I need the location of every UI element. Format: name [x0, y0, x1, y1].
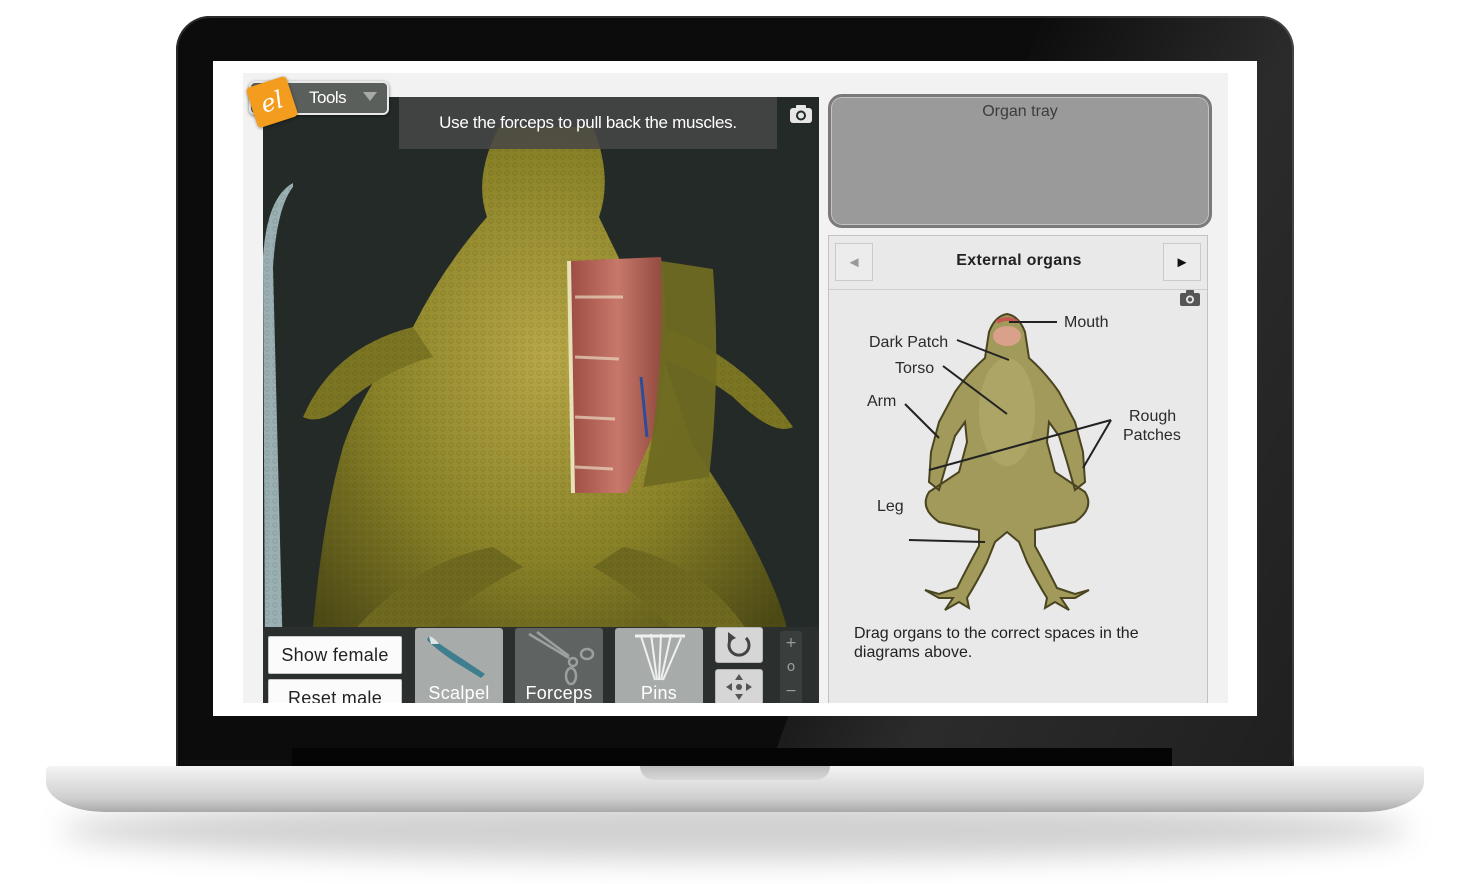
- bezel-bottom: [292, 748, 1172, 766]
- panel-divider: [829, 289, 1207, 290]
- reset-male-button[interactable]: Reset male: [268, 679, 402, 703]
- label-dark-patch: Dark Patch: [869, 334, 949, 351]
- pins-tool-button[interactable]: Pins: [615, 628, 703, 703]
- show-female-button[interactable]: Show female: [268, 636, 402, 674]
- laptop-notch: [640, 766, 830, 780]
- camera-icon[interactable]: [789, 103, 813, 125]
- organ-tray[interactable]: Organ tray: [828, 94, 1212, 228]
- frog-3d-model[interactable]: [263, 97, 819, 701]
- organ-tray-title: Organ tray: [982, 103, 1058, 120]
- label-rough-line2: Patches: [1123, 427, 1181, 444]
- label-mouth: Mouth: [1064, 314, 1109, 331]
- instruction-banner: Use the forceps to pull back the muscles…: [399, 97, 777, 149]
- forceps-icon: [528, 631, 595, 686]
- tools-menu-label: Tools: [309, 88, 347, 107]
- zoom-control[interactable]: + o −: [780, 631, 802, 703]
- scalpel-tool-button[interactable]: Scalpel: [415, 628, 503, 703]
- rotate-button[interactable]: [715, 627, 763, 663]
- prev-diagram-button[interactable]: ◄: [835, 243, 873, 281]
- forceps-tool-button[interactable]: Forceps: [515, 628, 603, 703]
- next-diagram-button[interactable]: ►: [1163, 243, 1201, 281]
- dissection-app: Use the forceps to pull back the muscles…: [243, 73, 1228, 703]
- laptop-screen: Use the forceps to pull back the muscles…: [213, 61, 1257, 716]
- diagram-title: External organs: [956, 252, 1082, 269]
- diagram-panel: ◄ External organs ► Mouth Dark Patch Tor…: [828, 235, 1208, 703]
- scalpel-icon: [427, 636, 485, 678]
- zoom-reset-icon[interactable]: o: [780, 659, 802, 675]
- move-arrows-icon: [726, 674, 752, 700]
- pan-button[interactable]: [715, 669, 763, 703]
- rotate-icon: [727, 632, 751, 657]
- label-leg: Leg: [877, 498, 904, 515]
- forceps-label: Forceps: [525, 683, 593, 703]
- dissection-viewport[interactable]: Use the forceps to pull back the muscles…: [263, 97, 819, 701]
- logo-text: el: [257, 85, 287, 119]
- arrow-right-icon: ►: [1174, 253, 1190, 271]
- dark-patch-region: [993, 326, 1021, 346]
- caret-down-icon: [363, 92, 377, 101]
- pins-label: Pins: [640, 683, 678, 703]
- label-arm: Arm: [867, 393, 897, 410]
- drag-instructions: Drag organs to the correct spaces in the…: [854, 625, 1139, 661]
- arrow-left-icon: ◄: [846, 253, 862, 271]
- label-rough-line1: Rough: [1129, 408, 1177, 425]
- scalpel-label: Scalpel: [428, 683, 490, 703]
- label-torso: Torso: [895, 360, 935, 377]
- zoom-out-icon[interactable]: −: [780, 683, 802, 699]
- pins-icon: [635, 633, 685, 681]
- zoom-in-icon[interactable]: +: [780, 635, 802, 651]
